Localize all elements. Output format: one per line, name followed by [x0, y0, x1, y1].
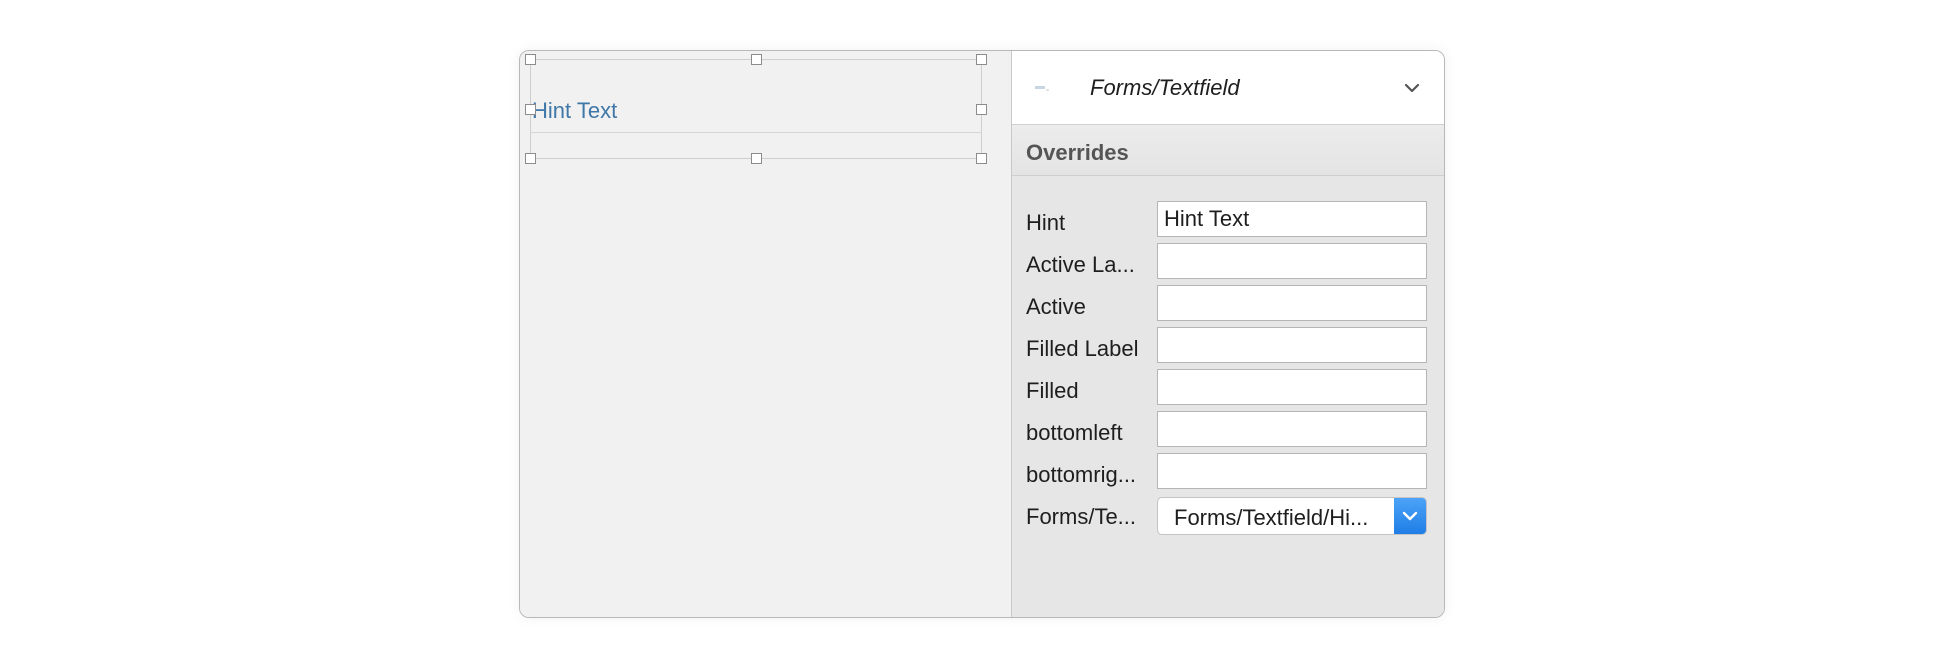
- chevron-down-icon: [1402, 511, 1418, 521]
- resize-handle-bottom[interactable]: [751, 153, 762, 164]
- override-input-active[interactable]: [1157, 285, 1427, 321]
- override-label-bottomright: bottomrig...: [1026, 462, 1137, 487]
- override-label-active-label: Active La...: [1026, 252, 1135, 277]
- override-input-filled[interactable]: [1157, 369, 1427, 405]
- overrides-title: Overrides: [1026, 140, 1129, 165]
- textfield-baseline: [530, 132, 982, 133]
- override-input-hint[interactable]: [1157, 201, 1427, 237]
- chevron-down-icon[interactable]: [1402, 78, 1422, 98]
- override-input-bottomleft[interactable]: [1157, 411, 1427, 447]
- override-label-bottomleft: bottomleft: [1026, 420, 1123, 445]
- symbol-thumbnail-icon: [1035, 86, 1049, 91]
- resize-handle-bottom-right[interactable]: [976, 153, 987, 164]
- resize-handle-right[interactable]: [976, 104, 987, 115]
- resize-handle-bottom-left[interactable]: [525, 153, 536, 164]
- override-input-filled-label[interactable]: [1157, 327, 1427, 363]
- nested-symbol-select[interactable]: Forms/Textfield/Hi...: [1157, 497, 1427, 535]
- resize-handle-top[interactable]: [751, 54, 762, 65]
- override-label-hint: Hint: [1026, 210, 1066, 235]
- override-label-filled: Filled: [1026, 378, 1079, 403]
- override-label-active: Active: [1026, 294, 1086, 319]
- nested-symbol-select-value: Forms/Textfield/Hi...: [1174, 505, 1369, 530]
- symbol-selector[interactable]: Forms/Textfield: [1012, 51, 1444, 125]
- sketch-window: Hint Text Forms/Textfield Overrides Hint…: [519, 50, 1445, 618]
- resize-handle-left[interactable]: [525, 104, 536, 115]
- inspector-panel: Forms/Textfield Overrides Hint Active La…: [1012, 51, 1444, 617]
- symbol-name: Forms/Textfield: [1090, 75, 1240, 100]
- override-input-active-label[interactable]: [1157, 243, 1427, 279]
- override-label-filled-label: Filled Label: [1026, 336, 1139, 361]
- hint-text-preview: Hint Text: [532, 98, 618, 123]
- resize-handle-top-left[interactable]: [525, 54, 536, 65]
- textfield-symbol-instance[interactable]: Hint Text: [525, 54, 987, 164]
- overrides-section-header: Overrides: [1012, 125, 1444, 176]
- artboard-canvas[interactable]: Hint Text: [520, 51, 1012, 617]
- resize-handle-top-right[interactable]: [976, 54, 987, 65]
- override-label-nested-symbol: Forms/Te...: [1026, 504, 1137, 529]
- override-input-bottomright[interactable]: [1157, 453, 1427, 489]
- select-dropdown-button[interactable]: [1394, 498, 1426, 534]
